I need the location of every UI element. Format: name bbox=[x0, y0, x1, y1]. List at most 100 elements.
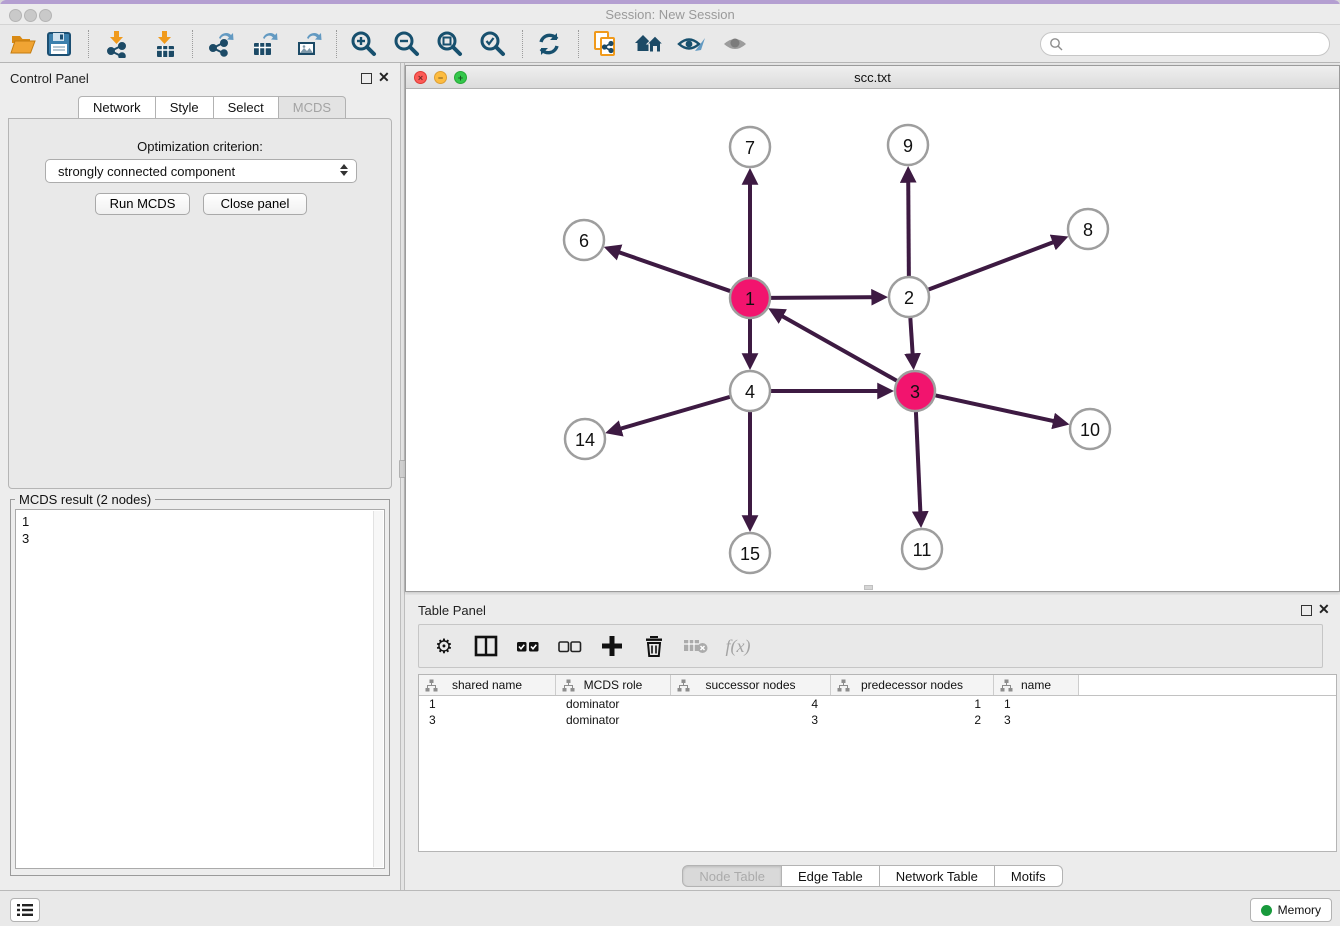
graph-edge-1-2[interactable] bbox=[771, 297, 883, 298]
tab-node-table[interactable]: Node Table bbox=[682, 865, 782, 887]
delete-table-icon[interactable] bbox=[683, 633, 709, 659]
tab-select[interactable]: Select bbox=[214, 96, 279, 119]
column-header-mcds-role[interactable]: MCDS role bbox=[556, 675, 671, 695]
float-panel-icon[interactable] bbox=[361, 73, 372, 84]
graph-node-1[interactable]: 1 bbox=[730, 278, 770, 318]
export-image-icon[interactable] bbox=[294, 29, 324, 59]
criterion-dropdown[interactable]: strongly connected component bbox=[45, 159, 357, 183]
settings-gear-icon[interactable]: ⚙ bbox=[431, 633, 457, 659]
tab-network[interactable]: Network bbox=[78, 96, 156, 119]
column-view-icon[interactable] bbox=[473, 633, 499, 659]
tab-network-table[interactable]: Network Table bbox=[880, 865, 995, 887]
tab-mcds[interactable]: MCDS bbox=[279, 96, 346, 119]
table-row[interactable]: 3dominator323 bbox=[419, 712, 1336, 728]
main-toolbar bbox=[0, 25, 1340, 63]
column-header-successor-nodes[interactable]: successor nodes bbox=[671, 675, 831, 695]
control-panel: Control Panel ✕ NetworkStyleSelectMCDS O… bbox=[0, 63, 400, 890]
graph-edge-2-8[interactable] bbox=[929, 238, 1064, 289]
graph-edge-1-6[interactable] bbox=[609, 249, 731, 291]
criterion-dropdown-value: strongly connected component bbox=[58, 164, 235, 179]
window-titlebar: Session: New Session bbox=[0, 0, 1340, 25]
column-header-name[interactable]: name bbox=[994, 675, 1079, 695]
svg-text:3: 3 bbox=[910, 382, 920, 402]
graph-node-3[interactable]: 3 bbox=[895, 371, 935, 411]
svg-text:15: 15 bbox=[740, 544, 760, 564]
table-row[interactable]: 1dominator411 bbox=[419, 696, 1336, 712]
memory-button[interactable]: Memory bbox=[1250, 898, 1332, 922]
add-column-icon[interactable] bbox=[599, 633, 625, 659]
status-bar: Memory bbox=[0, 890, 1340, 926]
close-table-panel-icon[interactable]: ✕ bbox=[1318, 602, 1330, 616]
svg-text:4: 4 bbox=[745, 382, 755, 402]
hide-selected-icon[interactable] bbox=[677, 29, 707, 59]
graph-node-2[interactable]: 2 bbox=[889, 277, 929, 317]
show-hidden-icon[interactable] bbox=[721, 29, 751, 59]
svg-text:11: 11 bbox=[913, 540, 932, 560]
column-header-shared-name[interactable]: shared name bbox=[419, 675, 556, 695]
graph-edge-4-14[interactable] bbox=[610, 397, 730, 432]
optimization-criterion-label: Optimization criterion: bbox=[9, 139, 391, 154]
table-toolbar: ⚙ f(x) bbox=[418, 624, 1323, 668]
refresh-layout-icon[interactable] bbox=[534, 29, 564, 59]
export-table-icon[interactable] bbox=[250, 29, 280, 59]
graph-node-15[interactable]: 15 bbox=[730, 533, 770, 573]
table-cell: 4 bbox=[671, 696, 831, 712]
close-panel-button[interactable]: Close panel bbox=[203, 193, 307, 215]
zoom-fit-icon[interactable] bbox=[434, 29, 464, 59]
mcds-result-title: MCDS result (2 nodes) bbox=[15, 492, 155, 507]
function-builder-icon[interactable]: f(x) bbox=[725, 633, 751, 659]
search-input[interactable] bbox=[1063, 35, 1329, 53]
close-panel-icon[interactable]: ✕ bbox=[378, 70, 390, 84]
delete-column-icon[interactable] bbox=[641, 633, 667, 659]
export-network-icon[interactable] bbox=[206, 29, 236, 59]
svg-text:6: 6 bbox=[579, 231, 589, 251]
open-file-icon[interactable] bbox=[8, 29, 38, 59]
graph-edge-2-3[interactable] bbox=[910, 318, 913, 365]
duplicate-network-icon[interactable] bbox=[590, 29, 620, 59]
import-table-icon[interactable] bbox=[150, 29, 180, 59]
network-title: scc.txt bbox=[406, 70, 1339, 85]
svg-text:14: 14 bbox=[575, 430, 595, 450]
graph-edge-3-10[interactable] bbox=[936, 395, 1065, 423]
graph-node-6[interactable]: 6 bbox=[564, 220, 604, 260]
graph-node-8[interactable]: 8 bbox=[1068, 209, 1108, 249]
mcds-tab-content: Optimization criterion: strongly connect… bbox=[8, 118, 392, 489]
float-table-panel-icon[interactable] bbox=[1301, 605, 1312, 616]
zoom-selected-icon[interactable] bbox=[477, 29, 507, 59]
home-view-icon[interactable] bbox=[634, 29, 664, 59]
column-header-predecessor-nodes[interactable]: predecessor nodes bbox=[831, 675, 994, 695]
table-panel-header: Table Panel ✕ bbox=[405, 595, 1340, 625]
save-session-icon[interactable] bbox=[44, 29, 74, 59]
graph-edge-3-1[interactable] bbox=[773, 311, 897, 381]
graph-node-4[interactable]: 4 bbox=[730, 371, 770, 411]
tab-edge-table[interactable]: Edge Table bbox=[782, 865, 880, 887]
task-history-button[interactable] bbox=[10, 898, 40, 922]
result-scrollbar[interactable] bbox=[373, 511, 383, 867]
select-all-icon[interactable] bbox=[515, 633, 541, 659]
graph-node-11[interactable]: 11 bbox=[902, 529, 942, 569]
memory-label: Memory bbox=[1278, 903, 1321, 917]
mcds-result-area[interactable]: 1 3 bbox=[15, 509, 385, 869]
graph-node-9[interactable]: 9 bbox=[888, 125, 928, 165]
canvas-grip[interactable] bbox=[864, 585, 873, 590]
deselect-all-icon[interactable] bbox=[557, 633, 583, 659]
graph-node-10[interactable]: 10 bbox=[1070, 409, 1110, 449]
run-mcds-button[interactable]: Run MCDS bbox=[95, 193, 190, 215]
graph-edge-2-9[interactable] bbox=[908, 171, 909, 276]
graph-edge-3-11[interactable] bbox=[916, 412, 921, 523]
table-cell: 1 bbox=[831, 696, 994, 712]
svg-text:10: 10 bbox=[1080, 420, 1100, 440]
table-panel: Table Panel ✕ ⚙ f(x) bbox=[405, 595, 1340, 890]
network-canvas[interactable]: 7 9 6 8 1 2 4 3 14 10 15 11 bbox=[406, 89, 1339, 591]
tab-motifs[interactable]: Motifs bbox=[995, 865, 1063, 887]
zoom-in-icon[interactable] bbox=[348, 29, 378, 59]
import-network-icon[interactable] bbox=[102, 29, 132, 59]
network-window-titlebar: × − + scc.txt bbox=[406, 66, 1339, 89]
tab-style[interactable]: Style bbox=[156, 96, 214, 119]
table-cell: 2 bbox=[831, 712, 994, 728]
graph-node-7[interactable]: 7 bbox=[730, 127, 770, 167]
search-field[interactable] bbox=[1040, 32, 1330, 56]
node-table-body: 1dominator4113dominator323 bbox=[419, 696, 1336, 728]
zoom-out-icon[interactable] bbox=[391, 29, 421, 59]
graph-node-14[interactable]: 14 bbox=[565, 419, 605, 459]
